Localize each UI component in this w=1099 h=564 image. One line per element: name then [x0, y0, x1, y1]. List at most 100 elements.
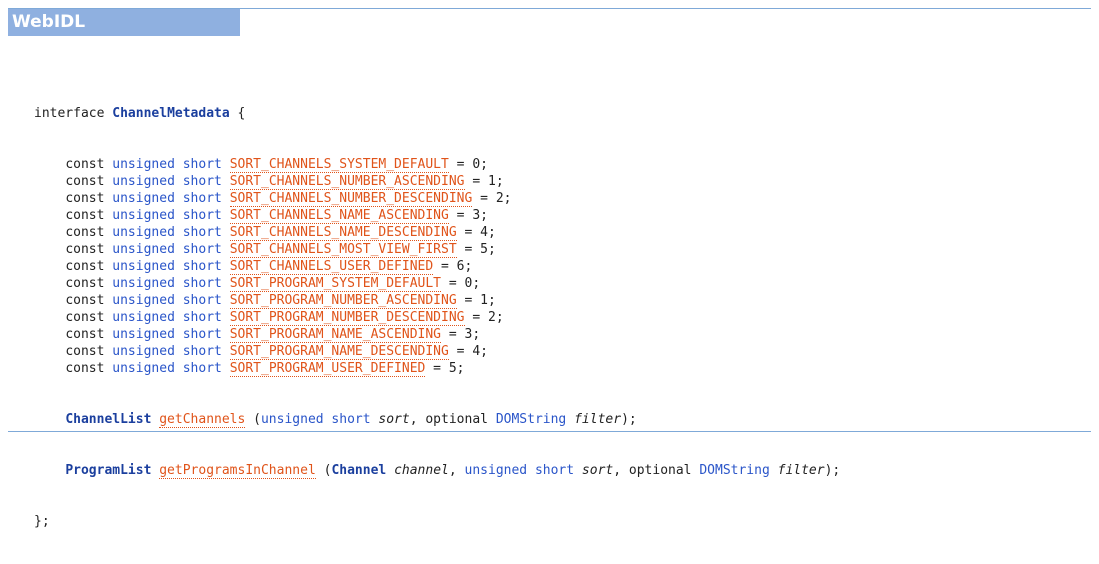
- constant-name-link[interactable]: SORT_CHANNELS_USER_DEFINED: [229, 259, 434, 275]
- constant-value: 3: [472, 208, 481, 223]
- constant-value: 2: [487, 310, 496, 325]
- const-type: unsigned short: [112, 327, 222, 342]
- const-keyword: const: [65, 157, 105, 172]
- const-keyword: const: [65, 310, 105, 325]
- const-type: unsigned short: [112, 174, 222, 189]
- constant-name-link[interactable]: SORT_CHANNELS_MOST_VIEW_FIRST: [229, 242, 457, 258]
- param-name-sort: sort: [581, 463, 614, 478]
- interface-keyword: interface: [34, 106, 105, 121]
- const-type: unsigned short: [112, 259, 222, 274]
- const-type: unsigned short: [112, 310, 222, 325]
- interface-close: };: [34, 514, 50, 529]
- const-type: unsigned short: [112, 276, 222, 291]
- const-keyword: const: [65, 208, 105, 223]
- constant-value: 1: [480, 293, 488, 308]
- constant-name-link[interactable]: SORT_CHANNELS_NUMBER_DESCENDING: [229, 191, 473, 207]
- return-type-programlist[interactable]: ProgramList: [65, 463, 151, 478]
- constant-declaration: const unsigned short SORT_CHANNELS_MOST_…: [65, 242, 496, 258]
- paren: (: [245, 412, 261, 427]
- constant-value: 4: [480, 225, 488, 240]
- constant-declaration: const unsigned short SORT_PROGRAM_USER_D…: [65, 361, 465, 377]
- close-paren: );: [824, 463, 841, 478]
- bottom-divider: [8, 431, 1091, 432]
- interface-name[interactable]: ChannelMetadata: [112, 106, 229, 121]
- return-type-channellist[interactable]: ChannelList: [65, 412, 151, 427]
- param-name-channel: channel: [394, 463, 449, 478]
- optional-keyword: optional: [425, 412, 488, 427]
- constant-declaration: const unsigned short SORT_CHANNELS_NAME_…: [65, 208, 488, 224]
- const-type: unsigned short: [112, 344, 222, 359]
- constant-declaration: const unsigned short SORT_CHANNELS_SYSTE…: [65, 157, 488, 173]
- param-name-filter: filter: [777, 463, 825, 478]
- webidl-header: WebIDL: [8, 8, 1091, 37]
- method-getprogramsinchannel: ProgramList getProgramsInChannel (Channe…: [34, 462, 1091, 479]
- param-name-sort: sort: [378, 412, 410, 427]
- constant-name-link[interactable]: SORT_CHANNELS_NAME_DESCENDING: [229, 225, 457, 241]
- const-keyword: const: [65, 361, 105, 376]
- constant-name-link[interactable]: SORT_CHANNELS_NAME_ASCENDING: [229, 208, 449, 224]
- constants-list: const unsigned short SORT_CHANNELS_SYSTE…: [34, 156, 1091, 377]
- interface-declaration: interface ChannelMetadata {: [34, 105, 1091, 122]
- idl-code-block: interface ChannelMetadata { const unsign…: [34, 71, 1091, 564]
- constant-name-link[interactable]: SORT_PROGRAM_NAME_ASCENDING: [229, 327, 442, 343]
- const-keyword: const: [65, 327, 105, 342]
- param-type-domstring[interactable]: DOMString: [496, 412, 566, 427]
- const-keyword: const: [65, 344, 105, 359]
- constant-name-link[interactable]: SORT_CHANNELS_NUMBER_ASCENDING: [229, 174, 465, 190]
- constant-declaration: const unsigned short SORT_PROGRAM_SYSTEM…: [65, 276, 481, 292]
- constant-declaration: const unsigned short SORT_PROGRAM_NAME_D…: [65, 344, 488, 360]
- method-getprogramsinchannel-link[interactable]: getProgramsInChannel: [159, 463, 316, 479]
- const-type: unsigned short: [112, 361, 222, 376]
- constant-name-link[interactable]: SORT_PROGRAM_SYSTEM_DEFAULT: [229, 276, 442, 292]
- constant-value: 5: [448, 361, 457, 376]
- constant-name-link[interactable]: SORT_PROGRAM_NUMBER_DESCENDING: [229, 310, 465, 326]
- constant-value: 0: [464, 276, 473, 291]
- webidl-title: WebIDL: [8, 9, 240, 36]
- close-paren: );: [621, 412, 637, 427]
- const-keyword: const: [65, 293, 105, 308]
- constant-declaration: const unsigned short SORT_PROGRAM_NAME_A…: [65, 327, 481, 343]
- constant-name-link[interactable]: SORT_PROGRAM_NUMBER_ASCENDING: [229, 293, 457, 309]
- constant-value: 2: [495, 191, 504, 206]
- constant-name-link[interactable]: SORT_PROGRAM_NAME_DESCENDING: [229, 344, 449, 360]
- constant-declaration: const unsigned short SORT_CHANNELS_NUMBE…: [65, 174, 504, 190]
- separator: ,: [409, 412, 426, 427]
- paren: (: [315, 463, 332, 478]
- method-getchannels-link[interactable]: getChannels: [159, 412, 246, 428]
- param-name-filter: filter: [574, 412, 622, 427]
- constant-value: 6: [456, 259, 465, 274]
- constant-declaration: const unsigned short SORT_PROGRAM_NUMBER…: [65, 293, 496, 309]
- constant-value: 4: [472, 344, 481, 359]
- param-type: unsigned short: [464, 463, 575, 478]
- const-keyword: const: [65, 174, 105, 189]
- constant-declaration: const unsigned short SORT_CHANNELS_NUMBE…: [65, 191, 512, 207]
- constant-value: 1: [487, 174, 496, 189]
- const-type: unsigned short: [112, 293, 222, 308]
- constant-name-link[interactable]: SORT_PROGRAM_USER_DEFINED: [229, 361, 426, 377]
- const-type: unsigned short: [112, 225, 222, 240]
- interface-open-brace: {: [229, 106, 246, 121]
- separator: ,: [448, 463, 465, 478]
- method-getchannels: ChannelList getChannels (unsigned short …: [34, 411, 1091, 428]
- optional-keyword: optional: [628, 463, 692, 478]
- const-keyword: const: [65, 191, 105, 206]
- separator: ,: [613, 463, 629, 478]
- constant-name-link[interactable]: SORT_CHANNELS_SYSTEM_DEFAULT: [229, 157, 449, 173]
- constant-declaration: const unsigned short SORT_CHANNELS_NAME_…: [65, 225, 496, 241]
- constant-value: 3: [464, 327, 473, 342]
- const-type: unsigned short: [112, 191, 222, 206]
- param-type-channel[interactable]: Channel: [331, 463, 386, 478]
- param-type-domstring[interactable]: DOMString: [699, 463, 769, 478]
- constant-declaration: const unsigned short SORT_PROGRAM_NUMBER…: [65, 310, 504, 326]
- const-keyword: const: [65, 259, 105, 274]
- const-keyword: const: [65, 225, 105, 240]
- constant-declaration: const unsigned short SORT_CHANNELS_USER_…: [65, 259, 473, 275]
- constant-value: 5: [480, 242, 488, 257]
- const-type: unsigned short: [112, 242, 222, 257]
- const-type: unsigned short: [112, 157, 222, 172]
- const-type: unsigned short: [112, 208, 222, 223]
- const-keyword: const: [65, 276, 105, 291]
- webidl-block: WebIDL interface ChannelMetadata { const…: [8, 8, 1091, 564]
- const-keyword: const: [65, 242, 105, 257]
- constant-value: 0: [472, 157, 481, 172]
